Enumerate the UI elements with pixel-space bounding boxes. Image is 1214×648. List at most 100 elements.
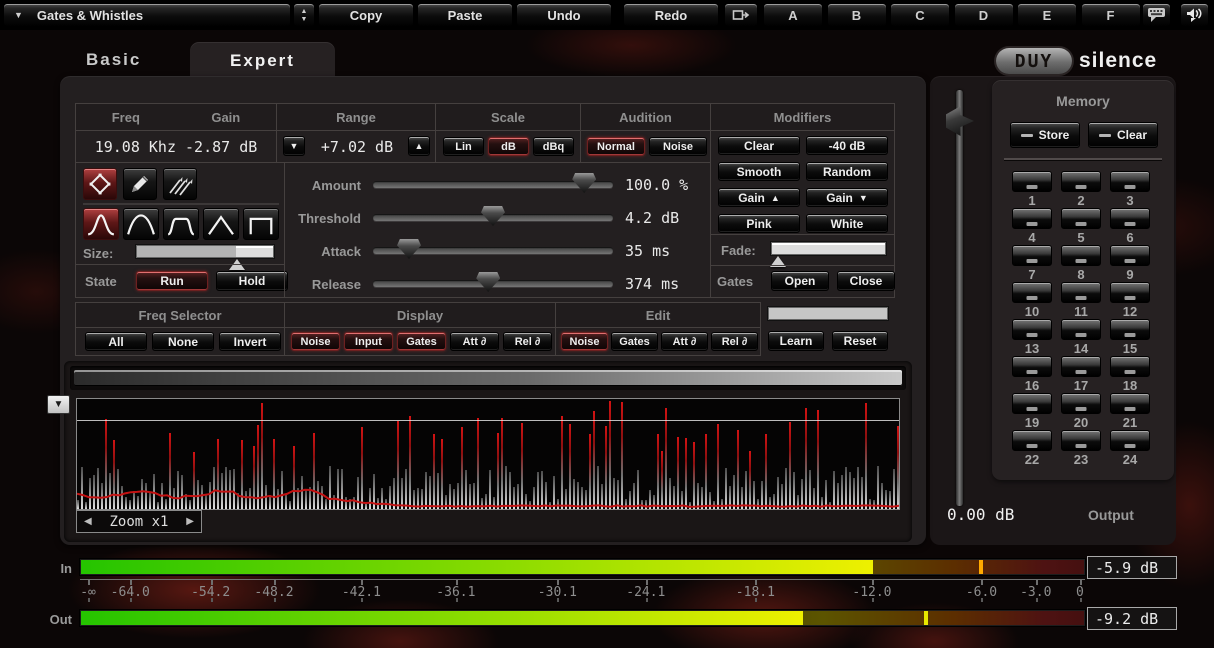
waveform-dropdown-button[interactable]: ▼: [47, 395, 70, 414]
titlebar-slot-b[interactable]: B: [827, 3, 887, 27]
param-slider-attack[interactable]: [373, 247, 613, 254]
memory-slot-11[interactable]: [1061, 282, 1101, 303]
tab-basic[interactable]: Basic: [86, 50, 141, 70]
memory-slot-18[interactable]: [1110, 356, 1150, 377]
titlebar-slot-a[interactable]: A: [763, 3, 823, 27]
memory-slot-20[interactable]: [1061, 393, 1101, 414]
spinner-up-icon[interactable]: ▲: [301, 8, 308, 15]
gates-open[interactable]: Open: [771, 271, 829, 291]
titlebar-slot-f[interactable]: F: [1081, 3, 1141, 27]
memory-slot-1[interactable]: [1012, 171, 1052, 192]
node-tool-button[interactable]: [83, 168, 117, 200]
redo-button[interactable]: Redo: [623, 3, 719, 27]
state-hold[interactable]: Hold: [216, 271, 288, 291]
keyboard-panel-button[interactable]: [1142, 3, 1171, 27]
waveform-display[interactable]: [76, 398, 900, 510]
memory-slot-16[interactable]: [1012, 356, 1052, 377]
param-slider-thumb[interactable]: [397, 239, 421, 259]
copy-button[interactable]: Copy: [318, 3, 414, 27]
param-slider-release[interactable]: [373, 280, 613, 287]
modifier-random[interactable]: Random: [806, 162, 888, 181]
memory-clear-button[interactable]: Clear: [1088, 122, 1158, 148]
memory-slot-19[interactable]: [1012, 393, 1052, 414]
range-up-button[interactable]: ▲: [408, 136, 430, 156]
fade-slider[interactable]: [771, 242, 886, 255]
transfer-button[interactable]: [724, 3, 758, 27]
param-slider-thumb[interactable]: [476, 272, 500, 292]
edit-gates[interactable]: Gates: [611, 332, 658, 351]
param-slider-thumb[interactable]: [481, 206, 505, 226]
edit-rel-[interactable]: Rel ∂: [711, 332, 758, 351]
gates-close[interactable]: Close: [837, 271, 895, 291]
display-rel-[interactable]: Rel ∂: [503, 332, 552, 351]
size-slider[interactable]: [136, 245, 274, 258]
memory-slot-8[interactable]: [1061, 245, 1101, 266]
memory-slot-12[interactable]: [1110, 282, 1150, 303]
waveform-scrollbar[interactable]: [74, 370, 902, 386]
shape-plateau-button[interactable]: [163, 208, 199, 240]
modifier-smooth[interactable]: Smooth: [718, 162, 800, 181]
edit-att-[interactable]: Att ∂: [661, 332, 708, 351]
undo-button[interactable]: Undo: [516, 3, 612, 27]
range-down-button[interactable]: ▼: [283, 136, 305, 156]
display-noise[interactable]: Noise: [291, 332, 340, 351]
preset-selector[interactable]: ▼ Gates & Whistles: [3, 3, 291, 27]
memory-slot-13[interactable]: [1012, 319, 1052, 340]
modifier-pink[interactable]: Pink: [718, 214, 800, 233]
memory-slot-24[interactable]: [1110, 430, 1150, 451]
paste-button[interactable]: Paste: [417, 3, 513, 27]
modifier-gain[interactable]: Gain▲: [718, 188, 800, 207]
freq-selector-all[interactable]: All: [85, 332, 147, 351]
edit-noise[interactable]: Noise: [561, 332, 608, 351]
learn-learn[interactable]: Learn: [768, 331, 824, 351]
audio-panel-button[interactable]: [1180, 3, 1209, 27]
memory-slot-7[interactable]: [1012, 245, 1052, 266]
audition-normal[interactable]: Normal: [587, 137, 645, 156]
memory-slot-6[interactable]: [1110, 208, 1150, 229]
modifier--40-db[interactable]: -40 dB: [806, 136, 888, 155]
titlebar-slot-e[interactable]: E: [1017, 3, 1077, 27]
memory-slot-4[interactable]: [1012, 208, 1052, 229]
memory-slot-10[interactable]: [1012, 282, 1052, 303]
multi-pencil-tool-button[interactable]: [163, 168, 197, 200]
memory-slot-23[interactable]: [1061, 430, 1101, 451]
modifier-white[interactable]: White: [806, 214, 888, 233]
tab-expert[interactable]: Expert: [190, 42, 335, 80]
shape-bell-wide-button[interactable]: [123, 208, 159, 240]
audition-noise[interactable]: Noise: [649, 137, 707, 156]
titlebar-slot-d[interactable]: D: [954, 3, 1014, 27]
param-slider-amount[interactable]: [373, 181, 613, 188]
scale-dbq[interactable]: dBq: [533, 137, 574, 156]
output-fader-track[interactable]: [956, 90, 963, 506]
preset-spinner[interactable]: ▲ ▼: [293, 3, 315, 27]
memory-slot-21[interactable]: [1110, 393, 1150, 414]
memory-slot-9[interactable]: [1110, 245, 1150, 266]
memory-store-button[interactable]: Store: [1010, 122, 1080, 148]
memory-slot-14[interactable]: [1061, 319, 1101, 340]
learn-reset[interactable]: Reset: [832, 331, 888, 351]
memory-slot-5[interactable]: [1061, 208, 1101, 229]
memory-slot-15[interactable]: [1110, 319, 1150, 340]
shape-flat-top-button[interactable]: [243, 208, 279, 240]
modifier-clear[interactable]: Clear: [718, 136, 800, 155]
scale-db[interactable]: dB: [488, 137, 529, 156]
param-slider-thumb[interactable]: [572, 173, 596, 193]
memory-slot-2[interactable]: [1061, 171, 1101, 192]
modifier-gain[interactable]: Gain▼: [806, 188, 888, 207]
param-slider-threshold[interactable]: [373, 214, 613, 221]
freq-selector-none[interactable]: None: [152, 332, 214, 351]
freq-selector-invert[interactable]: Invert: [219, 332, 281, 351]
pencil-tool-button[interactable]: [123, 168, 157, 200]
shape-peak-triangle-button[interactable]: [203, 208, 239, 240]
state-run[interactable]: Run: [136, 271, 208, 291]
memory-slot-22[interactable]: [1012, 430, 1052, 451]
display-gates[interactable]: Gates: [397, 332, 446, 351]
display-input[interactable]: Input: [344, 332, 393, 351]
memory-slot-17[interactable]: [1061, 356, 1101, 377]
spinner-down-icon[interactable]: ▼: [301, 16, 308, 23]
titlebar-slot-c[interactable]: C: [890, 3, 950, 27]
zoom-in-arrow[interactable]: ▶: [186, 516, 194, 527]
zoom-control[interactable]: ◀ Zoom x1 ▶: [76, 510, 202, 533]
memory-slot-3[interactable]: [1110, 171, 1150, 192]
scale-lin[interactable]: Lin: [443, 137, 484, 156]
